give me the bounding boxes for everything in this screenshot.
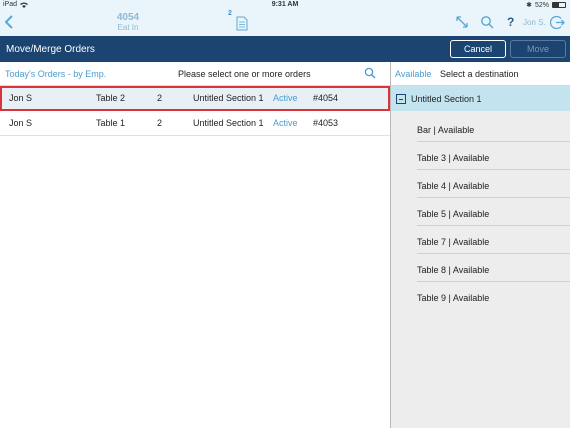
battery-icon (552, 2, 566, 8)
destination-item[interactable]: Table 5 | Available (417, 198, 570, 226)
user-name[interactable]: Jon S. (523, 18, 546, 27)
orders-search-icon[interactable] (364, 67, 376, 79)
back-chevron-icon[interactable] (4, 14, 18, 32)
order-status: Active (273, 93, 298, 103)
available-filter[interactable]: Available (395, 69, 431, 79)
destination-item[interactable]: Table 9 | Available (417, 282, 570, 310)
order-row[interactable]: Jon S Table 2 2 Untitled Section 1 Activ… (0, 86, 390, 111)
order-table: Table 2 (96, 93, 126, 103)
expand-icon[interactable] (455, 15, 469, 29)
destination-item[interactable]: Table 8 | Available (417, 254, 570, 282)
destination-item[interactable]: Bar | Available (417, 114, 570, 142)
destination-item[interactable]: Table 7 | Available (417, 226, 570, 254)
order-number-cell: #4053 (313, 118, 339, 128)
destination-header: Available Select a destination (391, 62, 570, 86)
destination-label: Bar | Available (417, 125, 475, 135)
section-header[interactable]: Untitled Section 1 (391, 86, 570, 111)
orders-header: Today's Orders - by Emp. Please select o… (0, 62, 390, 86)
top-bar: 4054 Eat In 2 ? Jon S. (0, 10, 570, 36)
order-section: Untitled Section 1 (193, 118, 264, 128)
move-button[interactable]: Move (510, 40, 566, 58)
orders-panel: Today's Orders - by Emp. Please select o… (0, 62, 390, 428)
destination-item[interactable]: Table 3 | Available (417, 142, 570, 170)
section-name: Untitled Section 1 (411, 94, 482, 104)
page-title: Move/Merge Orders (6, 44, 95, 55)
destination-label: Table 4 | Available (417, 181, 490, 191)
order-guests: 2 (157, 118, 163, 128)
status-bar: iPad 9:31 AM ✱ 52% (0, 0, 570, 10)
destination-item[interactable]: Table 4 | Available (417, 170, 570, 198)
order-section: Untitled Section 1 (193, 93, 264, 103)
destination-label: Table 3 | Available (417, 153, 490, 163)
destination-label: Table 7 | Available (417, 237, 490, 247)
status-right: ✱ 52% (526, 1, 566, 9)
help-icon[interactable]: ? (507, 15, 514, 29)
orders-instruction: Please select one or more orders (178, 69, 311, 79)
cancel-button[interactable]: Cancel (450, 40, 506, 58)
order-status: Active (273, 118, 298, 128)
document-icon[interactable] (236, 16, 248, 31)
collapse-icon[interactable] (396, 94, 406, 104)
bluetooth-icon: ✱ (526, 2, 532, 9)
title-bar: Move/Merge Orders Cancel Move (0, 36, 570, 62)
destination-label: Table 8 | Available (417, 265, 490, 275)
search-icon[interactable] (480, 15, 494, 29)
order-number: 4054 (116, 12, 140, 23)
order-row[interactable]: Jon S Table 1 2 Untitled Section 1 Activ… (0, 111, 390, 136)
destination-label: Table 5 | Available (417, 209, 490, 219)
destination-panel: Available Select a destination Untitled … (391, 62, 570, 428)
order-employee: Jon S (9, 118, 33, 128)
destination-label: Table 9 | Available (417, 293, 490, 303)
order-table: Table 1 (96, 118, 126, 128)
orders-filter[interactable]: Today's Orders - by Emp. (5, 69, 106, 79)
order-type: Eat In (117, 23, 139, 32)
destination-instruction: Select a destination (440, 69, 519, 79)
order-number-cell: #4054 (313, 93, 339, 103)
logout-icon[interactable] (550, 15, 565, 30)
order-guests: 2 (157, 93, 163, 103)
doc-badge: 2 (228, 10, 232, 17)
battery-percent: 52% (534, 1, 549, 9)
status-time: 9:31 AM (271, 1, 299, 8)
order-employee: Jon S (9, 93, 33, 103)
